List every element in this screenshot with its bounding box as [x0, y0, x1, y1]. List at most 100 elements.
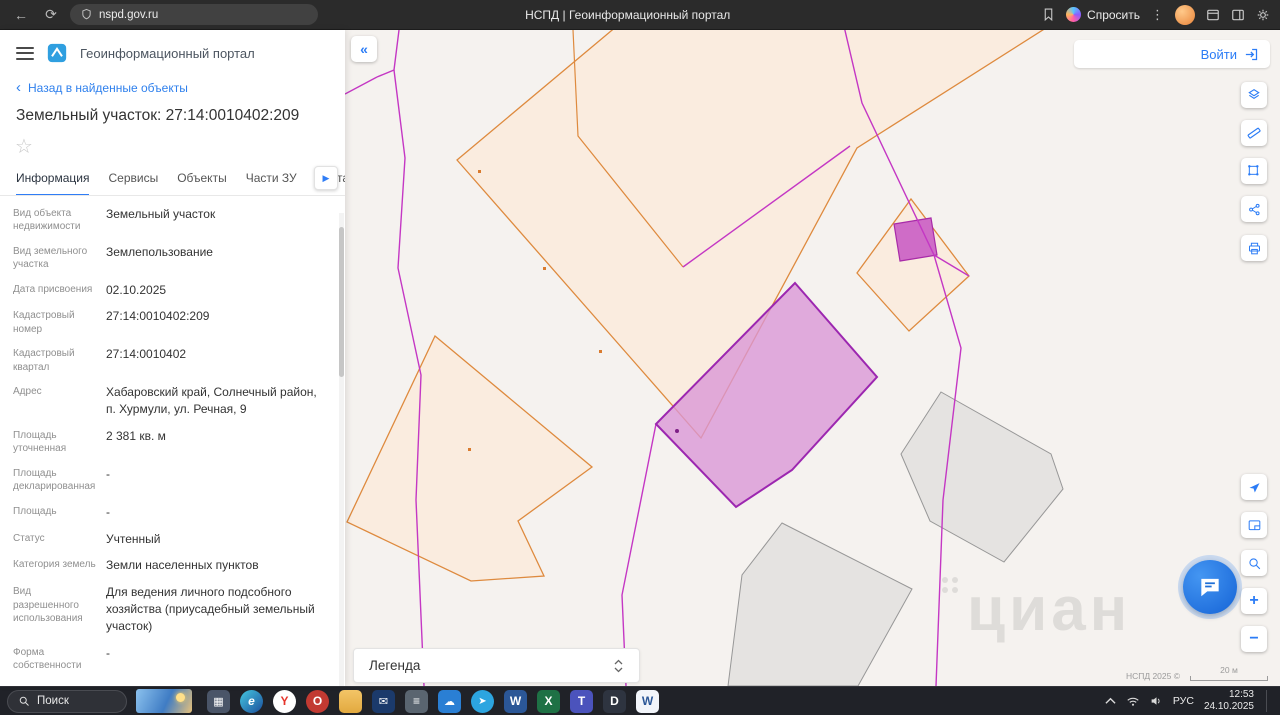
taskbar-clock[interactable]: 12:53 24.10.2025 — [1204, 689, 1254, 713]
tab-title: НСПД | Геоинформационный портал — [525, 7, 731, 22]
tab-scroll-right-button[interactable]: ▶ — [314, 166, 338, 190]
network-icon[interactable] — [1126, 696, 1140, 707]
parcel-polygon[interactable] — [346, 334, 594, 582]
settings-gear-icon[interactable] — [1256, 8, 1270, 22]
tab-informatsiya[interactable]: Информация — [16, 171, 90, 195]
field-value: 27:14:0010402:209 — [106, 309, 210, 324]
portal-logo-text: Геоинформационный портал — [80, 45, 255, 61]
chat-icon — [1201, 578, 1219, 597]
map-container: циан « Войти + − Легенда НСПД 2025 © 20 … — [345, 30, 1280, 686]
field-value: - — [106, 645, 110, 660]
menu-hamburger-icon[interactable] — [16, 46, 34, 60]
layers-button[interactable] — [1241, 82, 1267, 108]
volume-icon[interactable] — [1150, 695, 1163, 707]
app-database-icon[interactable]: D — [603, 689, 626, 713]
app-word-doc-icon[interactable]: W — [636, 689, 659, 713]
app-files-icon[interactable]: ≡ — [405, 689, 428, 713]
tab-servisy[interactable]: Сервисы — [108, 171, 158, 195]
share-button[interactable] — [1241, 196, 1267, 222]
field-label: Статус — [13, 532, 45, 544]
field-label: Вид объекта недвижимости — [13, 207, 81, 233]
field-row: Кадастровый номер 27:14:0010402:209 — [0, 304, 345, 342]
locate-button[interactable] — [1241, 474, 1267, 500]
app-telegram-icon[interactable]: ➤ — [471, 689, 494, 713]
app-widgets-icon[interactable]: ▦ — [207, 689, 230, 713]
back-to-results-link[interactable]: ‹ Назад в найденные объекты — [0, 72, 345, 97]
field-value: Учтенный — [106, 531, 161, 546]
panel-scrollbar[interactable] — [339, 213, 344, 686]
collapse-panel-button[interactable]: « — [351, 36, 377, 62]
field-label: Форма собственности — [13, 646, 82, 672]
portal-logo-icon[interactable] — [47, 43, 67, 63]
parcel-polygon[interactable] — [856, 197, 970, 332]
pink-square-parcel[interactable] — [893, 217, 938, 262]
map-canvas[interactable]: циан — [345, 30, 1280, 686]
app-folder-icon[interactable] — [339, 689, 362, 713]
app-opera-icon[interactable]: O — [306, 689, 329, 713]
back-link-label: Назад в найденные объекты — [28, 81, 188, 95]
app-excel-icon[interactable]: X — [537, 689, 560, 713]
share-icon — [1248, 203, 1260, 215]
zoom-extent-button[interactable] — [1241, 550, 1267, 576]
show-desktop-button[interactable] — [1266, 690, 1269, 712]
taskbar-search[interactable]: Поиск — [7, 689, 127, 713]
field-label: Вид разрешенного использования — [13, 586, 83, 625]
field-value: 02.10.2025 — [106, 282, 167, 297]
field-row: Категория земель Земли населенных пунктов — [0, 553, 345, 580]
svg-text:циан: циан — [967, 575, 1131, 644]
bookmark-icon[interactable] — [1042, 7, 1055, 22]
app-edge-icon[interactable]: e — [240, 689, 263, 713]
select-area-button[interactable] — [1241, 158, 1267, 184]
parcel-title: Земельный участок: 27:14:0010402:209 — [16, 107, 300, 124]
login-icon — [1245, 48, 1258, 60]
tab-obekty[interactable]: Объекты — [177, 171, 227, 195]
app-teams-icon[interactable]: T — [570, 689, 593, 713]
tab-chasti-zu[interactable]: Части ЗУ — [246, 171, 297, 195]
browser-refresh-button[interactable]: ⟳ — [40, 4, 62, 26]
workspaces-icon[interactable] — [1206, 8, 1220, 22]
app-word-icon[interactable]: W — [504, 689, 527, 713]
print-button[interactable] — [1241, 235, 1267, 261]
field-value: - — [106, 504, 110, 519]
chat-fab-button[interactable] — [1183, 560, 1237, 614]
zoom-in-button[interactable]: + — [1241, 588, 1267, 614]
favorite-star-icon[interactable]: ☆ — [15, 136, 33, 158]
field-value: - — [106, 466, 110, 481]
field-label: Категория земель — [13, 559, 96, 571]
app-mail-icon[interactable]: ✉ — [372, 689, 395, 713]
taskbar: Поиск ▦ e Y O ✉ ≡ ☁ ➤ W X T D W РУС 12:5… — [0, 686, 1280, 715]
field-row: Вид разрешенного использования Для ведени… — [0, 580, 345, 640]
layers-icon — [1248, 88, 1260, 100]
field-label: Кадастровый квартал — [13, 348, 75, 373]
field-row: Площадь уточненная 2 381 кв. м — [0, 423, 345, 461]
ruler-icon — [1247, 127, 1261, 139]
field-row: Кадастровая418 436,94 руб. — [0, 678, 345, 686]
tray-expand-icon[interactable] — [1105, 697, 1116, 705]
login-button[interactable]: Войти — [1074, 40, 1270, 68]
taskbar-apps: ▦ e Y O ✉ ≡ ☁ ➤ W X T D W — [207, 689, 659, 713]
field-label: Адрес — [13, 386, 42, 398]
kebab-menu-icon[interactable]: ⋮ — [1151, 7, 1164, 23]
field-row: Площадь - — [0, 499, 345, 526]
field-row: Кадастровый квартал 27:14:0010402 — [0, 342, 345, 380]
copilot-panel-icon[interactable] — [1231, 8, 1245, 22]
map-credits: НСПД 2025 © 20 м — [1126, 665, 1268, 681]
weather-widget[interactable] — [136, 689, 192, 713]
browser-back-button[interactable]: ← — [10, 4, 32, 26]
field-value: 27:14:0010402 — [106, 347, 187, 362]
overview-map-button[interactable] — [1241, 512, 1267, 538]
object-info-panel: Геоинформационный портал ‹ Назад в найде… — [0, 30, 345, 686]
app-yandex-icon[interactable]: Y — [273, 689, 296, 713]
app-onedrive-icon[interactable]: ☁ — [438, 689, 461, 713]
legend-bar[interactable]: Легенда — [353, 648, 640, 683]
user-avatar[interactable] — [1175, 4, 1195, 25]
panel-tabs: Информация Сервисы Объекты Части ЗУ Сост… — [0, 161, 345, 196]
copilot-button[interactable]: Спросить — [1066, 7, 1140, 22]
address-bar[interactable]: nspd.gov.ru — [70, 4, 318, 25]
language-indicator[interactable]: РУС — [1173, 695, 1194, 707]
magnifier-icon — [1248, 557, 1260, 569]
zoom-out-button[interactable]: − — [1241, 626, 1267, 652]
select-area-icon — [1248, 165, 1259, 176]
scrollbar-thumb[interactable] — [339, 227, 344, 377]
ruler-button[interactable] — [1241, 120, 1267, 146]
